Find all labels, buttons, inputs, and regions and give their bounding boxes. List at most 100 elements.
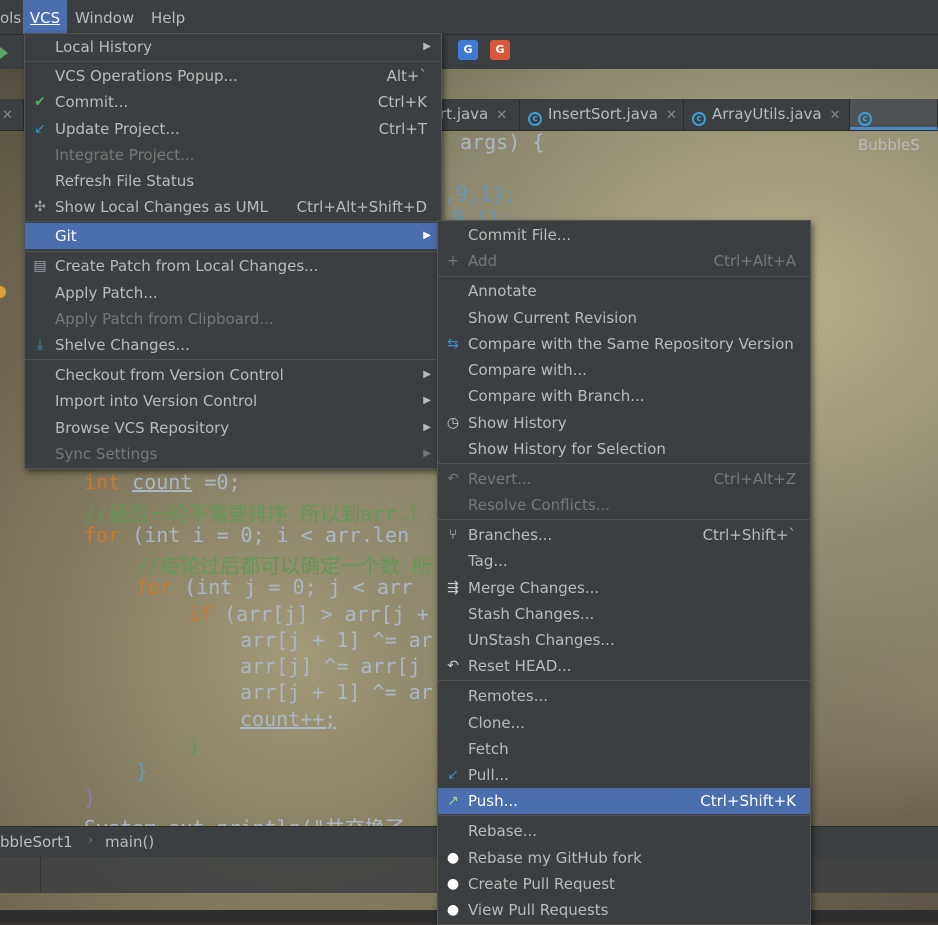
vcs-item-apply-patch-from-clipboard[interactable]: Apply Patch from Clipboard... (25, 306, 441, 332)
vcs-item-browse-vcs-repository[interactable]: Browse VCS Repository ▶ (25, 415, 441, 441)
vcs-item-commit[interactable]: ✔ Commit... Ctrl+K (25, 89, 441, 115)
git-item-push[interactable]: ↗ Push... Ctrl+Shift+K (438, 788, 810, 814)
menu-item-label: Clone... (468, 714, 525, 732)
git-item-unstash-changes[interactable]: UnStash Changes... (438, 627, 810, 653)
vcs-item-checkout-from-version-control[interactable]: Checkout from Version Control ▶ (25, 362, 441, 388)
menu-item-label: Apply Patch... (55, 284, 158, 302)
vcs-item-show-local-changes-as-uml[interactable]: ✣ Show Local Changes as UML Ctrl+Alt+Shift… (25, 194, 441, 220)
code-brace: } (188, 733, 201, 757)
git-item-resolve-conflicts[interactable]: Resolve Conflicts... (438, 492, 810, 518)
breadcrumb-class[interactable]: bbleSort1 (0, 833, 73, 851)
compare-icon: ⇆ (447, 336, 459, 352)
vcs-item-apply-patch[interactable]: Apply Patch... (25, 280, 441, 306)
git-item-show-current-revision[interactable]: Show Current Revision (438, 305, 810, 331)
submenu-arrow-icon: ▶ (423, 422, 431, 433)
menu-help[interactable]: Help (151, 0, 185, 34)
vcs-item-git[interactable]: Git ▶ (25, 223, 441, 249)
git-item-branches[interactable]: ⑂ Branches... Ctrl+Shift+` (438, 522, 810, 548)
menu-item-label: Update Project... (55, 120, 180, 138)
git-item-merge-changes[interactable]: ⇶ Merge Changes... (438, 575, 810, 601)
shortcut-label: Ctrl+Shift+K (700, 792, 796, 810)
vcs-item-local-history[interactable]: Local History ▶ (25, 34, 441, 60)
git-item-tag[interactable]: Tag... (438, 548, 810, 574)
git-item-pull[interactable]: ↙ Pull... (438, 762, 810, 788)
check-icon: ✔ (34, 94, 46, 110)
menu-item-label: Compare with... (468, 361, 587, 379)
menu-window[interactable]: Window (75, 0, 134, 34)
git-item-fetch[interactable]: Fetch (438, 736, 810, 762)
vcs-item-refresh-file-status[interactable]: Refresh File Status (25, 168, 441, 194)
menu-item-label: Merge Changes... (468, 579, 600, 597)
menu-separator (25, 251, 441, 252)
menu-item-label: Revert... (468, 470, 532, 488)
git-item-compare-with-branch[interactable]: Compare with Branch... (438, 383, 810, 409)
menu-item-label: Show Current Revision (468, 309, 638, 327)
menu-item-label: Commit File... (468, 226, 572, 244)
menu-item-label: Sync Settings (55, 445, 158, 463)
uml-icon: ✣ (34, 199, 46, 215)
translate-replace-icon[interactable]: G (490, 40, 510, 60)
vcs-menu: Local History ▶ VCS Operations Popup... Alt… (24, 33, 442, 469)
menu-item-label: Create Pull Request (468, 875, 615, 893)
vcs-item-sync-settings[interactable]: Sync Settings ▶ (25, 441, 441, 467)
submenu-arrow-icon: ▶ (423, 230, 431, 241)
menu-item-label: Refresh File Status (55, 172, 195, 190)
git-item-compare-with-the-same-repository-version[interactable]: ⇆ Compare with the Same Repository Versio… (438, 331, 810, 357)
revert-icon: ↶ (447, 471, 459, 487)
git-item-commit-file[interactable]: Commit File... (438, 222, 810, 248)
breadcrumb-method[interactable]: main() (105, 833, 154, 851)
menu-item-label: Import into Version Control (55, 392, 258, 410)
menu-item-label: Compare with the Same Repository Version (468, 335, 794, 353)
class-icon: c (528, 112, 542, 126)
tab-sort[interactable]: rt.java ✕ (440, 99, 520, 130)
git-item-create-pull-request[interactable]: ● Create Pull Request (438, 871, 810, 897)
code-line-xor1: arr[j + 1] ^= ar (240, 628, 433, 652)
chevron-right-icon: › (88, 833, 94, 848)
menu-vcs[interactable]: VCS (23, 0, 67, 34)
tab-bubblesort[interactable]: cBubbleS (850, 99, 938, 154)
shortcut-label: Ctrl+Shift+` (702, 526, 796, 544)
shortcut-label: Ctrl+Alt+Z (713, 470, 796, 488)
tab-arrayutils[interactable]: c ArrayUtils.java ✕ (684, 99, 850, 130)
menu-item-label: UnStash Changes... (468, 631, 615, 649)
git-item-clone[interactable]: Clone... (438, 710, 810, 736)
git-item-add[interactable]: + Add Ctrl+Alt+A (438, 248, 810, 274)
menu-item-label: Shelve Changes... (55, 336, 190, 354)
run-icon[interactable] (0, 47, 8, 59)
git-item-stash-changes[interactable]: Stash Changes... (438, 601, 810, 627)
shortcut-label: Ctrl+T (378, 120, 427, 138)
git-item-view-pull-requests[interactable]: ● View Pull Requests (438, 897, 810, 923)
git-item-reset-head[interactable]: ↶ Reset HEAD... (438, 653, 810, 679)
menu-item-label: Git (55, 227, 77, 245)
close-icon[interactable]: ✕ (666, 108, 677, 123)
vcs-item-shelve-changes[interactable]: ⤓ Shelve Changes... (25, 332, 441, 358)
bulb-icon[interactable] (0, 286, 6, 298)
menu-tools[interactable]: ols (0, 0, 22, 34)
menu-separator (438, 463, 810, 464)
git-item-rebase[interactable]: Rebase... (438, 818, 810, 844)
git-item-rebase-my-github-fork[interactable]: ● Rebase my GitHub fork (438, 845, 810, 871)
translate-icon[interactable]: G (458, 40, 478, 60)
vcs-item-update-project[interactable]: ↙ Update Project... Ctrl+T (25, 116, 441, 142)
close-icon[interactable]: ✕ (830, 108, 841, 123)
vcs-item-create-patch-from-local-changes[interactable]: ▤ Create Patch from Local Changes... (25, 253, 441, 279)
git-item-annotate[interactable]: Annotate (438, 278, 810, 304)
git-item-compare-with[interactable]: Compare with... (438, 357, 810, 383)
git-item-revert[interactable]: ↶ Revert... Ctrl+Alt+Z (438, 466, 810, 492)
tab-close-left[interactable]: ✕ (0, 99, 24, 130)
menu-item-label: Apply Patch from Clipboard... (55, 310, 274, 328)
menu-separator (25, 221, 441, 222)
git-item-show-history[interactable]: ◷ Show History (438, 410, 810, 436)
git-item-remotes[interactable]: Remotes... (438, 683, 810, 709)
vcs-item-vcs-operations-popup[interactable]: VCS Operations Popup... Alt+` (25, 63, 441, 89)
tab-insertsort[interactable]: c InsertSort.java ✕ (520, 99, 684, 130)
submenu-arrow-icon: ▶ (423, 369, 431, 380)
git-item-show-history-for-selection[interactable]: Show History for Selection (438, 436, 810, 462)
shelve-icon: ⤓ (36, 337, 44, 353)
github-icon: ● (446, 876, 460, 892)
close-icon[interactable]: ✕ (496, 108, 507, 123)
vcs-item-integrate-project[interactable]: Integrate Project... (25, 142, 441, 168)
vcs-item-import-into-version-control[interactable]: Import into Version Control ▶ (25, 388, 441, 414)
submenu-arrow-icon: ▶ (423, 41, 431, 52)
menu-item-label: Create Patch from Local Changes... (55, 257, 319, 275)
